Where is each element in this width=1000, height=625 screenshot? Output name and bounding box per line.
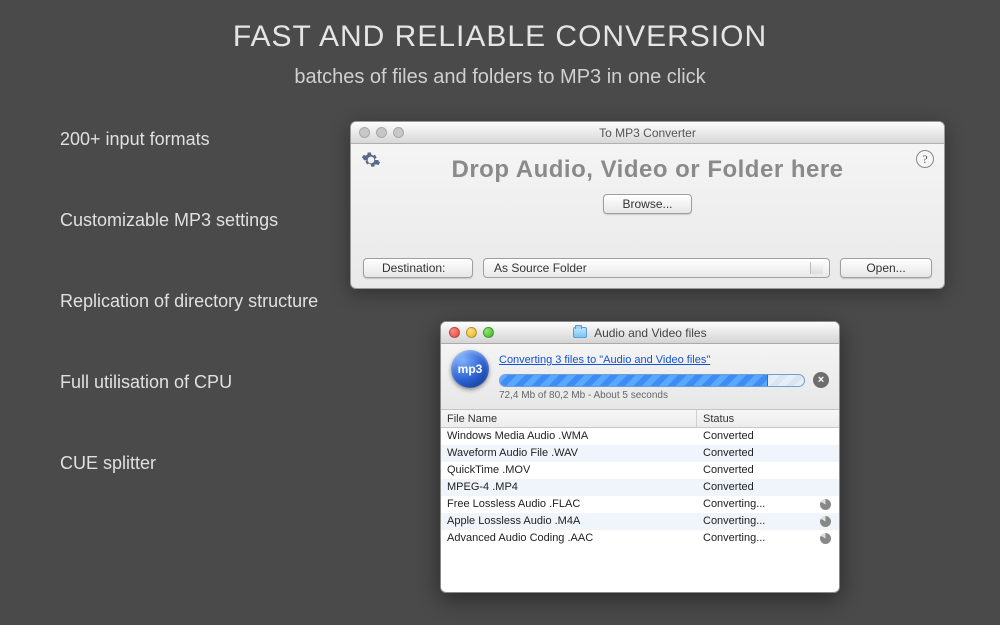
feature-item: Full utilisation of CPU	[60, 372, 318, 393]
file-name: Windows Media Audio .WMA	[441, 428, 697, 445]
zoom-icon[interactable]	[393, 127, 404, 138]
browse-button[interactable]: Browse...	[603, 194, 691, 214]
progress-subtext: 72,4 Mb of 80,2 Mb - About 5 seconds	[499, 390, 829, 401]
file-name: MPEG-4 .MP4	[441, 479, 697, 496]
file-table: Windows Media Audio .WMAConvertedWavefor…	[441, 428, 839, 547]
table-row[interactable]: Windows Media Audio .WMAConverted	[441, 428, 839, 445]
file-name: Free Lossless Audio .FLAC	[441, 496, 697, 513]
table-row[interactable]: Advanced Audio Coding .AACConverting...	[441, 530, 839, 547]
window-titlebar[interactable]: Audio and Video files	[441, 322, 839, 344]
spinner-icon	[820, 516, 831, 527]
destination-value: As Source Folder	[494, 261, 587, 275]
hero-title: FAST AND RELIABLE CONVERSION	[0, 20, 1000, 54]
table-row[interactable]: QuickTime .MOVConverted	[441, 462, 839, 479]
spinner-icon	[820, 533, 831, 544]
file-status: Converting...	[697, 513, 839, 530]
table-header[interactable]: File Name Status	[441, 410, 839, 428]
feature-item: CUE splitter	[60, 453, 318, 474]
window-title: Audio and Video files	[573, 326, 706, 340]
table-row[interactable]: Waveform Audio File .WAVConverted	[441, 445, 839, 462]
destination-button[interactable]: Destination:	[363, 258, 473, 278]
file-name: Advanced Audio Coding .AAC	[441, 530, 697, 547]
destination-select[interactable]: As Source Folder ▴▾	[483, 258, 830, 278]
table-row[interactable]: MPEG-4 .MP4Converted	[441, 479, 839, 496]
file-status: Converting...	[697, 496, 839, 513]
help-button[interactable]: ?	[916, 150, 934, 168]
progress-window: Audio and Video files mp3 Converting 3 f…	[440, 321, 840, 593]
close-icon[interactable]	[449, 327, 460, 338]
file-name: Apple Lossless Audio .M4A	[441, 513, 697, 530]
file-name: QuickTime .MOV	[441, 462, 697, 479]
chevron-updown-icon: ▴▾	[818, 261, 822, 275]
close-icon[interactable]	[359, 127, 370, 138]
cancel-button[interactable]: ×	[813, 372, 829, 388]
minimize-icon[interactable]	[376, 127, 387, 138]
zoom-icon[interactable]	[483, 327, 494, 338]
folder-icon	[573, 327, 587, 338]
drop-label: Drop Audio, Video or Folder here	[351, 156, 944, 184]
progress-bar	[499, 374, 805, 387]
col-status[interactable]: Status	[697, 410, 839, 427]
open-button[interactable]: Open...	[840, 258, 932, 278]
table-row[interactable]: Free Lossless Audio .FLACConverting...	[441, 496, 839, 513]
feature-item: Replication of directory structure	[60, 291, 318, 312]
minimize-icon[interactable]	[466, 327, 477, 338]
spinner-icon	[820, 499, 831, 510]
drop-zone[interactable]: Drop Audio, Video or Folder here Browse.…	[351, 144, 944, 214]
file-status: Converted	[697, 428, 839, 445]
feature-list: 200+ input formats Customizable MP3 sett…	[60, 129, 318, 534]
file-status: Converted	[697, 479, 839, 496]
traffic-lights[interactable]	[359, 127, 404, 138]
converter-window: To MP3 Converter ? Drop Audio, Video or …	[350, 121, 945, 289]
status-link[interactable]: Converting 3 files to "Audio and Video f…	[499, 354, 710, 366]
hero-subtitle: batches of files and folders to MP3 in o…	[0, 66, 1000, 89]
window-title: To MP3 Converter	[599, 126, 696, 140]
mp3-icon: mp3	[451, 350, 489, 388]
feature-item: Customizable MP3 settings	[60, 210, 318, 231]
col-filename[interactable]: File Name	[441, 410, 697, 427]
file-name: Waveform Audio File .WAV	[441, 445, 697, 462]
gear-icon[interactable]	[361, 150, 381, 170]
table-row[interactable]: Apple Lossless Audio .M4AConverting...	[441, 513, 839, 530]
feature-item: 200+ input formats	[60, 129, 318, 150]
file-status: Converted	[697, 462, 839, 479]
file-status: Converting...	[697, 530, 839, 547]
traffic-lights[interactable]	[449, 327, 494, 338]
window-titlebar[interactable]: To MP3 Converter	[351, 122, 944, 144]
file-status: Converted	[697, 445, 839, 462]
